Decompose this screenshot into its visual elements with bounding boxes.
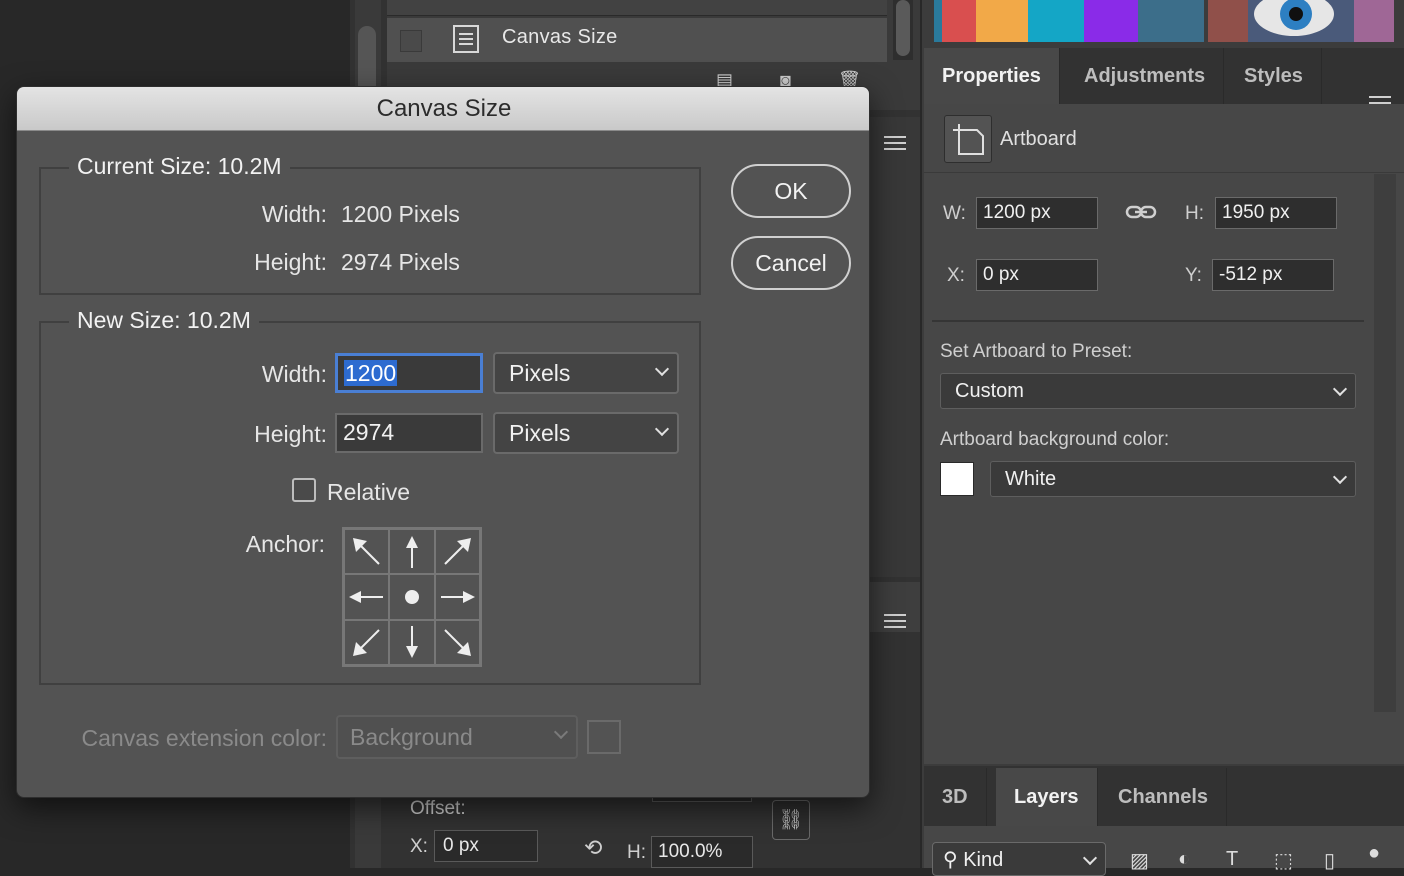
anchor-grid [342, 527, 482, 667]
chevron-down-icon [1332, 469, 1348, 485]
height-label: H: [1185, 203, 1204, 224]
image-filter-icon[interactable]: ▨ [1130, 848, 1156, 872]
anchor-top-right[interactable] [434, 529, 480, 575]
tab-adjustments[interactable]: Adjustments [1066, 48, 1225, 104]
anchor-bottom-right[interactable] [434, 619, 480, 665]
rotate-icon[interactable]: ⟲ [584, 835, 612, 865]
document-icon [452, 24, 480, 54]
width-unit-value: Pixels [509, 360, 571, 386]
relative-label[interactable]: Relative [327, 479, 410, 506]
chevron-down-icon [654, 361, 670, 377]
new-size-title: New Size: 10.2M [69, 307, 259, 334]
offset-x-label: X: [410, 836, 428, 857]
divider [932, 320, 1364, 322]
layer-filter-select[interactable]: ⚲ Kind [932, 842, 1106, 876]
anchor-right[interactable] [434, 574, 480, 620]
width-label: W: [943, 203, 966, 224]
new-height-input[interactable]: 2974 [335, 413, 483, 453]
history-scrollbar-thumb[interactable] [896, 0, 910, 56]
height-unit-select[interactable]: Pixels [493, 412, 679, 454]
smart-object-filter-icon[interactable]: ▯ [1324, 848, 1350, 872]
filter-toggle-icon[interactable]: ● [1368, 842, 1394, 864]
offset-h-input[interactable] [651, 836, 753, 868]
current-size-title: Current Size: 10.2M [69, 153, 290, 180]
chevron-down-icon [1082, 850, 1098, 866]
extension-color-label: Canvas extension color: [81, 725, 327, 751]
anchor-bottom[interactable] [389, 619, 435, 665]
link-dimensions-icon[interactable] [1125, 202, 1157, 222]
thumbnail-strip [934, 0, 1394, 42]
tab-layers[interactable]: Layers [996, 768, 1098, 826]
extension-color-select: Background [336, 715, 578, 759]
current-width-label: Width: [261, 201, 327, 227]
canvas-size-dialog: Canvas Size Current Size: 10.2M Width: 1… [16, 86, 870, 798]
y-label: Y: [1185, 265, 1202, 286]
x-label: X: [947, 265, 965, 286]
height-unit-value: Pixels [509, 420, 571, 446]
chevron-down-icon [553, 724, 569, 740]
current-width-value: 1200 Pixels [341, 201, 460, 227]
tab-styles[interactable]: Styles [1226, 48, 1322, 104]
properties-scrollbar[interactable] [1374, 174, 1396, 712]
offset-h-label: H: [627, 842, 646, 863]
anchor-top-left[interactable] [344, 529, 390, 575]
link-icon[interactable]: ⛓ [772, 800, 810, 840]
type-filter-icon[interactable]: T [1226, 848, 1252, 870]
new-width-value: 1200 [344, 360, 398, 386]
background-color-value: White [1005, 468, 1057, 490]
anchor-center[interactable] [389, 574, 435, 620]
extension-color-swatch [587, 720, 621, 754]
adjustment-filter-icon[interactable]: ◐ [1178, 848, 1204, 870]
tab-properties[interactable]: Properties [924, 48, 1060, 104]
offset-x-input[interactable] [434, 830, 538, 862]
new-height-value: 2974 [343, 419, 395, 445]
collapsed-panel [870, 117, 920, 577]
preset-label: Set Artboard to Preset: [940, 341, 1133, 362]
tab-channels[interactable]: Channels [1100, 768, 1228, 826]
background-color-select[interactable]: White [990, 461, 1356, 497]
chevron-down-icon [1332, 381, 1348, 397]
background-color-label: Artboard background color: [940, 429, 1170, 450]
current-height-label: Height: [254, 249, 327, 275]
artboard-width-input[interactable] [976, 197, 1098, 229]
new-width-input[interactable]: 1200 [335, 353, 483, 393]
width-unit-select[interactable]: Pixels [493, 352, 679, 394]
artboard-x-input[interactable] [976, 259, 1098, 291]
panel-menu-icon[interactable] [884, 136, 906, 150]
history-row[interactable] [387, 0, 887, 16]
anchor-top[interactable] [389, 529, 435, 575]
extension-color-value: Background [350, 724, 473, 750]
shape-filter-icon[interactable]: ⬚ [1274, 848, 1300, 872]
offset-label: Offset: [410, 798, 466, 819]
ok-button[interactable]: OK [731, 164, 851, 218]
panel-menu-icon[interactable] [884, 614, 906, 628]
chevron-down-icon [654, 421, 670, 437]
artboard-section-label: Artboard [1000, 128, 1077, 150]
artboard-icon [944, 115, 992, 163]
artboard-y-input[interactable] [1212, 259, 1334, 291]
anchor-left[interactable] [344, 574, 390, 620]
anchor-label: Anchor: [245, 531, 325, 557]
artboard-height-input[interactable] [1215, 197, 1337, 229]
relative-checkbox[interactable] [292, 478, 316, 502]
background-color-swatch[interactable] [940, 462, 974, 496]
divider [924, 172, 1404, 173]
tab-3d[interactable]: 3D [924, 768, 987, 826]
preset-select-value: Custom [955, 380, 1024, 402]
current-height-value: 2974 Pixels [341, 249, 460, 275]
new-width-label: Width: [261, 361, 327, 387]
dialog-title: Canvas Size [376, 95, 512, 122]
cancel-button[interactable]: Cancel [731, 236, 851, 290]
anchor-bottom-left[interactable] [344, 619, 390, 665]
new-height-label: Height: [254, 421, 327, 447]
history-snapshot-checkbox[interactable] [400, 30, 422, 52]
preset-select[interactable]: Custom [940, 373, 1356, 409]
history-item-label: Canvas Size [502, 26, 618, 48]
